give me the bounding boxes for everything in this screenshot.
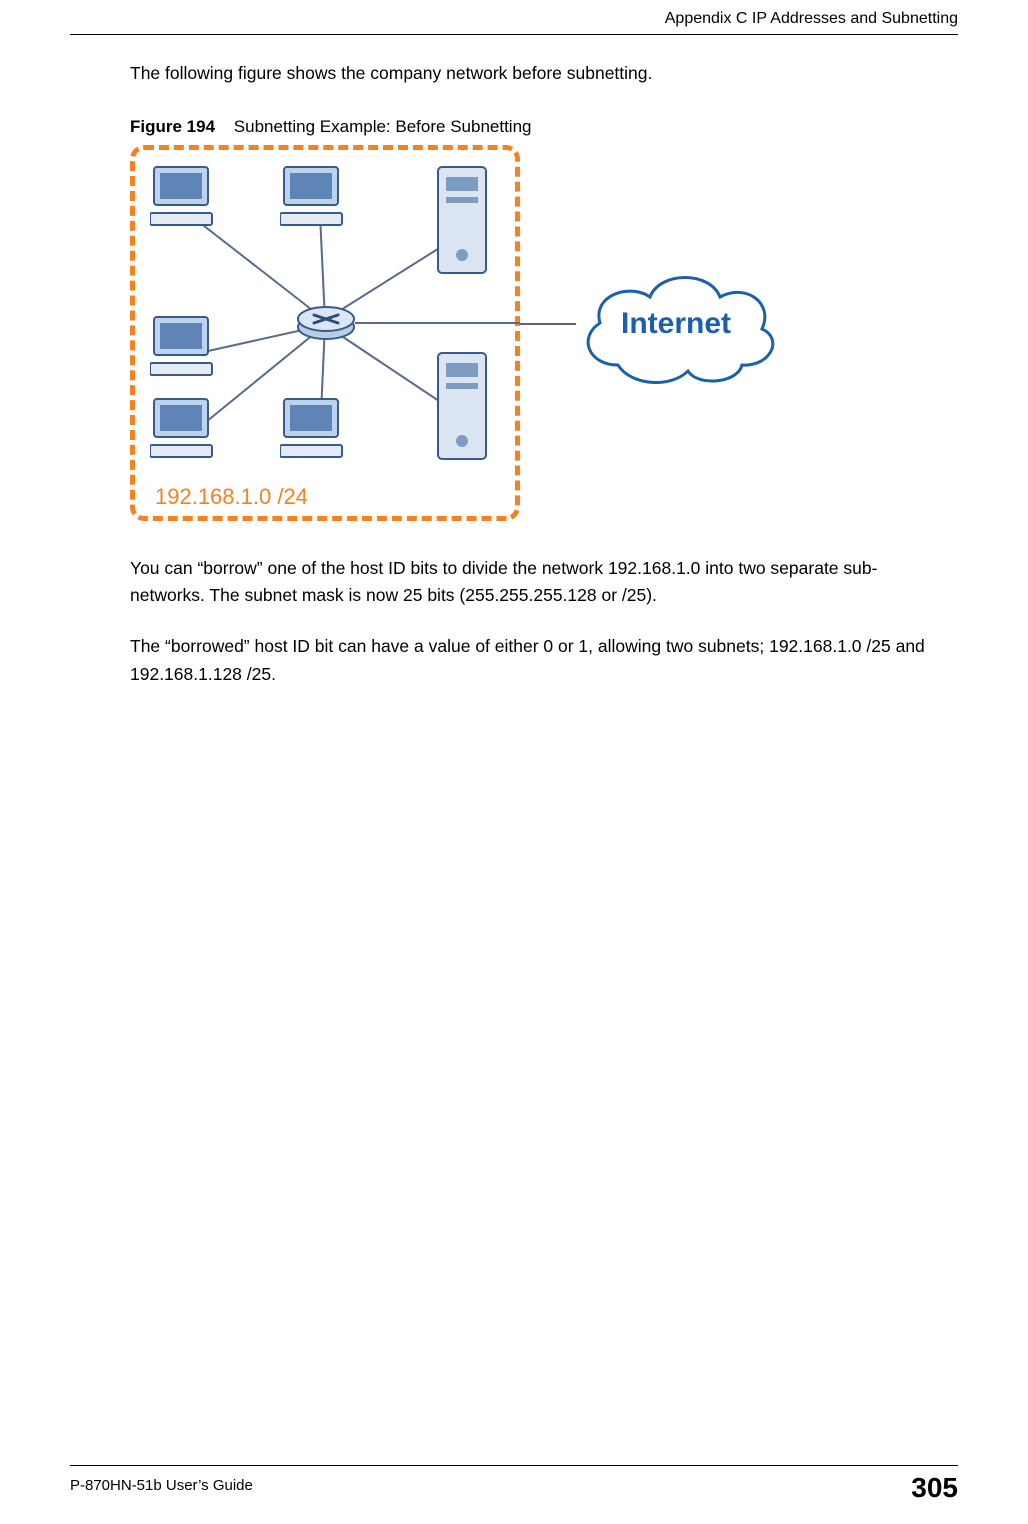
computer-icon bbox=[150, 315, 228, 381]
server-icon bbox=[436, 351, 488, 461]
wan-link-line-icon bbox=[520, 323, 576, 325]
content-area: The following figure shows the company n… bbox=[130, 60, 928, 712]
footer-rule bbox=[70, 1465, 958, 1466]
internet-label: Internet bbox=[570, 307, 782, 341]
computer-icon bbox=[150, 165, 228, 231]
header-rule bbox=[70, 34, 958, 35]
footer-page-number: 305 bbox=[911, 1472, 958, 1504]
header-appendix-title: Appendix C IP Addresses and Subnetting bbox=[665, 10, 958, 28]
footer-guide-name: P-870HN-51b User’s Guide bbox=[70, 1477, 253, 1494]
document-page: Appendix C IP Addresses and Subnetting T… bbox=[0, 0, 1028, 1524]
server-icon bbox=[436, 165, 488, 275]
paragraph-2: You can “borrow” one of the host ID bits… bbox=[130, 555, 928, 609]
computer-icon bbox=[150, 397, 228, 463]
intro-paragraph: The following figure shows the company n… bbox=[130, 60, 928, 87]
internet-cloud: Internet bbox=[570, 255, 782, 395]
computer-icon bbox=[280, 397, 358, 463]
computer-icon bbox=[280, 165, 358, 231]
router-icon bbox=[296, 305, 356, 341]
figure-title: Subnetting Example: Before Subnetting bbox=[234, 117, 532, 136]
paragraph-3: The “borrowed” host ID bit can have a va… bbox=[130, 633, 928, 687]
figure-caption: Figure 194 Subnetting Example: Before Su… bbox=[130, 117, 928, 137]
network-diagram: 192.168.1.0 /24 bbox=[130, 145, 790, 525]
figure-label: Figure 194 bbox=[130, 117, 215, 136]
